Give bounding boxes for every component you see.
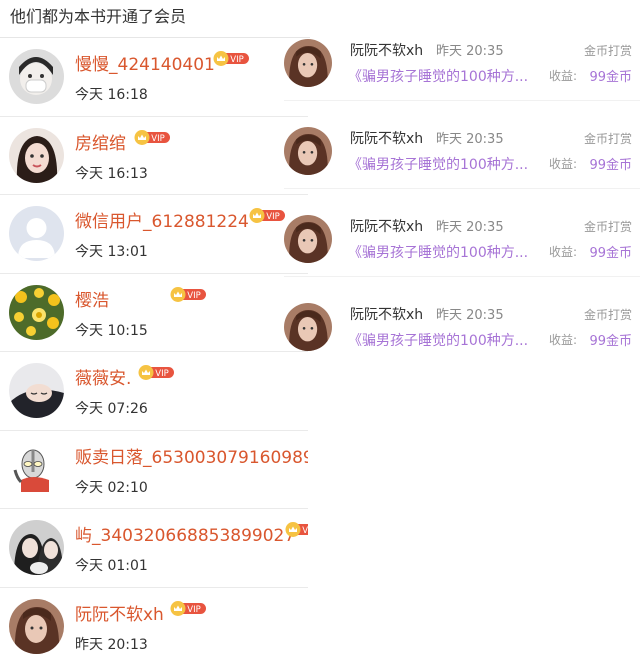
girl-hair-avatar[interactable] xyxy=(284,127,332,175)
gift-card[interactable]: 阮阮不软xh 昨天 20:35 金币打赏 《骗男孩子睡觉的100种方... 收益… xyxy=(278,118,640,206)
divider xyxy=(284,100,640,101)
girl-mask-avatar[interactable] xyxy=(9,49,64,104)
girl-portrait-avatar[interactable] xyxy=(9,127,64,183)
member-time: 今天 10:15 xyxy=(75,322,148,339)
svg-text:VIP: VIP xyxy=(151,134,164,144)
member-time: 今天 16:13 xyxy=(75,165,148,182)
gift-book-title[interactable]: 《骗男孩子睡觉的100种方... xyxy=(348,242,528,262)
gift-earning-label: 收益: xyxy=(549,245,578,259)
member-name[interactable]: 屿_340320668853899027 xyxy=(75,521,295,546)
gift-book-title[interactable]: 《骗男孩子睡觉的100种方... xyxy=(348,154,528,174)
member-name[interactable]: 樱浩 xyxy=(75,286,109,311)
member-row[interactable]: 薇薇安. VIP 今天 07:26 xyxy=(0,352,308,431)
sleeping-girl-avatar[interactable] xyxy=(9,363,64,418)
gift-list: 阮阮不软xh 昨天 20:35 金币打赏 《骗男孩子睡觉的100种方... 收益… xyxy=(278,30,640,382)
member-name[interactable]: 薇薇安. xyxy=(75,364,131,389)
gift-amount: 99金币 xyxy=(589,334,632,349)
vip-badge: VIP xyxy=(170,600,206,616)
gift-earning-label: 收益: xyxy=(549,333,578,347)
divider xyxy=(284,276,640,277)
member-name[interactable]: 房绾绾 xyxy=(75,129,126,154)
ultraman-avatar[interactable] xyxy=(9,441,64,497)
svg-text:VIP: VIP xyxy=(187,291,200,301)
gift-book-title[interactable]: 《骗男孩子睡觉的100种方... xyxy=(348,66,528,86)
gift-card[interactable]: 阮阮不软xh 昨天 20:35 金币打赏 《骗男孩子睡觉的100种方... 收益… xyxy=(278,206,640,294)
svg-text:VIP: VIP xyxy=(155,369,168,379)
vip-badge: VIP xyxy=(138,365,174,380)
gift-amount: 99金币 xyxy=(589,70,632,85)
svg-text:VIP: VIP xyxy=(187,605,200,615)
member-row[interactable]: 微信用户_612881224 VIP 今天 13:01 xyxy=(0,195,308,274)
gift-card[interactable]: 阮阮不软xh 昨天 20:35 金币打赏 《骗男孩子睡觉的100种方... 收益… xyxy=(278,294,640,382)
member-row[interactable]: 房绾绾 VIP 今天 16:13 xyxy=(0,117,308,195)
gift-user-name[interactable]: 阮阮不软xh xyxy=(350,128,423,148)
divider xyxy=(284,188,640,189)
vip-badge: VIP xyxy=(134,129,170,145)
girl-hair-avatar[interactable] xyxy=(284,303,332,351)
gift-time: 昨天 20:35 xyxy=(436,220,504,235)
svg-text:VIP: VIP xyxy=(230,55,243,65)
member-time: 今天 16:18 xyxy=(75,87,148,103)
girl-hair-avatar[interactable] xyxy=(284,215,332,263)
gift-user-name[interactable]: 阮阮不软xh xyxy=(350,216,423,236)
member-name[interactable]: 阮阮不软xh xyxy=(75,600,164,625)
member-time: 今天 01:01 xyxy=(75,558,148,574)
member-time: 今天 13:01 xyxy=(75,244,148,260)
girl-hair-avatar[interactable] xyxy=(9,598,64,654)
gift-type: 金币打赏 xyxy=(583,44,632,58)
member-name[interactable]: 贩卖日落_653003079160989 xyxy=(75,443,308,468)
member-row[interactable]: 贩卖日落_653003079160989 今天 02:10 xyxy=(0,431,308,509)
svg-text:VIP: VIP xyxy=(302,526,308,536)
members-header: 他们都为本书开通了会员 xyxy=(0,0,310,38)
gift-amount: 99金币 xyxy=(589,158,632,173)
gift-type: 金币打赏 xyxy=(583,132,632,146)
gift-time: 昨天 20:35 xyxy=(436,132,504,147)
member-list: 慢慢_424140401 VIP 今天 16:18 房绾绾 VIP 今天 16:… xyxy=(0,38,308,666)
gift-time: 昨天 20:35 xyxy=(436,308,504,323)
member-row[interactable]: 樱浩 VIP 今天 10:15 xyxy=(0,274,308,352)
vip-badge: VIP xyxy=(170,286,206,302)
gift-time: 昨天 20:35 xyxy=(436,44,504,59)
gift-book-title[interactable]: 《骗男孩子睡觉的100种方... xyxy=(348,330,528,350)
gift-user-name[interactable]: 阮阮不软xh xyxy=(350,40,423,60)
member-name[interactable]: 微信用户_612881224 xyxy=(75,207,249,232)
gift-card[interactable]: 阮阮不软xh 昨天 20:35 金币打赏 《骗男孩子睡觉的100种方... 收益… xyxy=(278,30,640,118)
member-time: 今天 07:26 xyxy=(75,401,148,417)
gift-amount: 99金币 xyxy=(589,246,632,261)
member-row[interactable]: 慢慢_424140401 VIP 今天 16:18 xyxy=(0,38,308,117)
gift-type: 金币打赏 xyxy=(583,220,632,234)
vip-badge: VIP xyxy=(213,51,249,66)
girls-cat-avatar[interactable] xyxy=(9,520,64,575)
default-user-avatar[interactable] xyxy=(9,206,64,261)
gift-user-name[interactable]: 阮阮不软xh xyxy=(350,304,423,324)
flowers-avatar[interactable] xyxy=(9,284,64,340)
gift-earning-label: 收益: xyxy=(549,69,578,83)
gift-type: 金币打赏 xyxy=(583,308,632,322)
girl-hair-avatar[interactable] xyxy=(284,39,332,87)
member-row[interactable]: 阮阮不软xh VIP 昨天 20:13 xyxy=(0,588,308,666)
gift-earning-label: 收益: xyxy=(549,157,578,171)
member-time: 昨天 20:13 xyxy=(75,636,148,653)
member-time: 今天 02:10 xyxy=(75,479,148,496)
member-row[interactable]: 屿_340320668853899027 VIP 今天 01:01 xyxy=(0,509,308,588)
vip-badge: VIP xyxy=(285,522,308,537)
member-name[interactable]: 慢慢_424140401 xyxy=(75,50,215,75)
